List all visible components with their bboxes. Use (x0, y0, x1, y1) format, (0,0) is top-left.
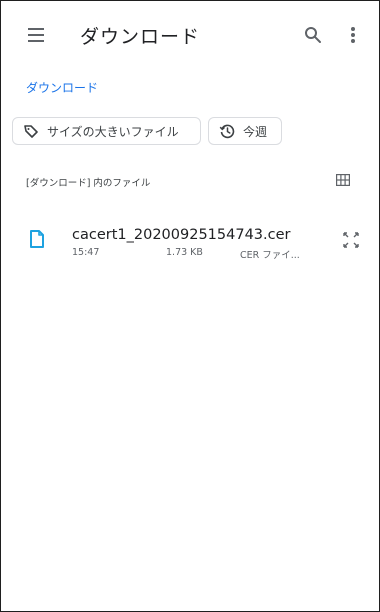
file-type: CER ファイ... (240, 250, 300, 261)
filter-chip-label: 今週 (243, 124, 268, 139)
file-icon (30, 230, 44, 248)
filter-chip-large-files[interactable]: サイズの大きいファイル (12, 117, 201, 145)
search-icon[interactable] (304, 26, 322, 44)
more-vert-icon[interactable] (350, 26, 356, 44)
file-time: 15:47 (72, 247, 100, 258)
label-tag-icon (24, 125, 38, 138)
filter-chip-label: サイズの大きいファイル (47, 124, 179, 139)
section-title: [ダウンロード] 内のファイル (26, 178, 151, 189)
menu-icon[interactable] (28, 28, 44, 42)
app-bar: ダウンロード (0, 0, 380, 70)
filter-chip-this-week[interactable]: 今週 (208, 117, 282, 145)
file-list-item[interactable]: cacert1_20200925154743.cer 15:47 1.73 KB… (0, 218, 380, 274)
expand-icon[interactable] (343, 232, 359, 248)
breadcrumb[interactable]: ダウンロード (26, 79, 98, 96)
page-title: ダウンロード (80, 26, 201, 48)
grid-view-icon[interactable] (336, 174, 350, 186)
file-size: 1.73 KB (166, 247, 203, 258)
file-name: cacert1_20200925154743.cer (72, 227, 291, 243)
history-icon (219, 124, 235, 139)
